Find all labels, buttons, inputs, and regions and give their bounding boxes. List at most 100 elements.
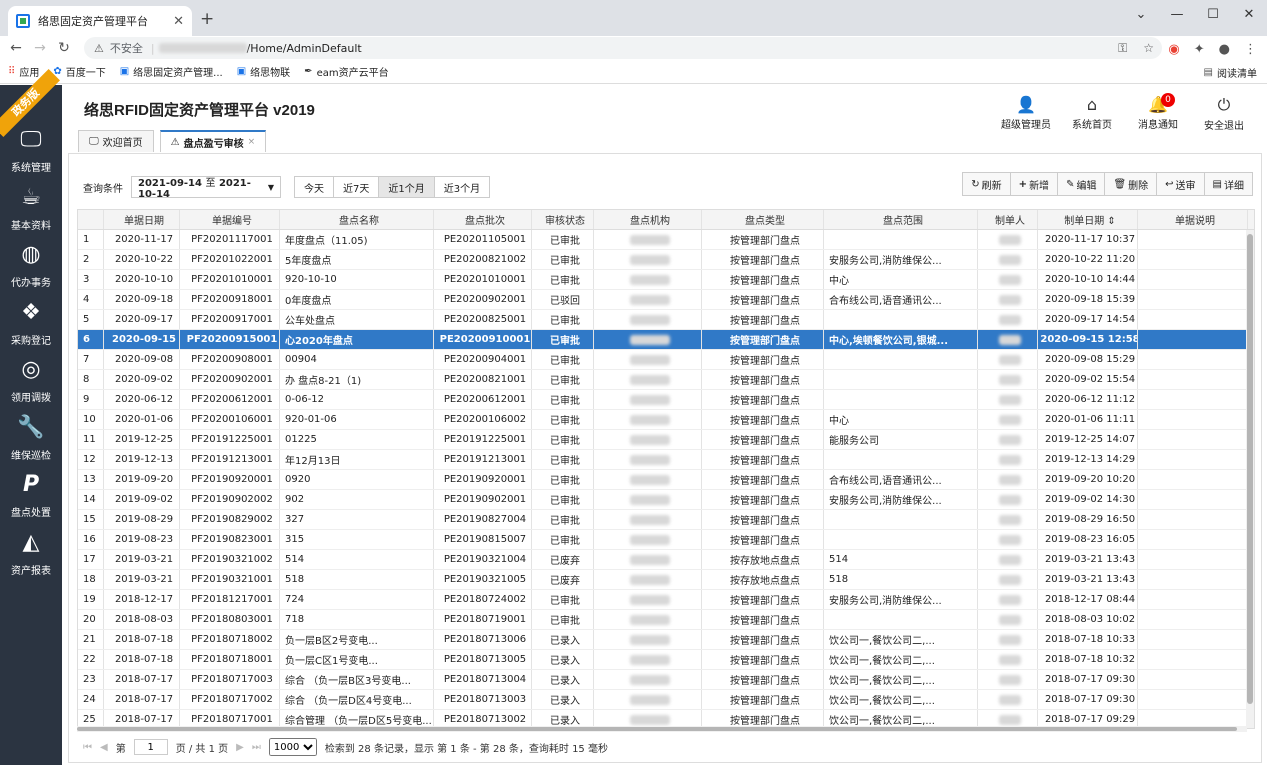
back-icon[interactable]: ← xyxy=(4,40,28,56)
table-row[interactable]: 7 2020-09-08 PF20200908001 00904 PE20200904… xyxy=(78,350,1254,370)
maximize-icon[interactable]: ☐ xyxy=(1195,0,1231,28)
bookmark-luosi-iot[interactable]: ▣ 络思物联 xyxy=(237,64,290,79)
prev-page-icon[interactable]: ◀ xyxy=(100,742,108,753)
next-page-icon[interactable]: ▶ xyxy=(236,742,244,753)
redacted-value xyxy=(999,434,1021,445)
bookmark-apps[interactable]: ⠿ 应用 xyxy=(8,64,39,79)
table-row[interactable]: 4 2020-09-18 PF20200918001 0年度盘点 PE20200902… xyxy=(78,290,1254,310)
table-row[interactable]: 16 2019-08-23 PF20190823001 315 PE201908150… xyxy=(78,530,1254,550)
bookmark-luosi-eam[interactable]: ▣ 络思固定资产管理... xyxy=(120,64,223,79)
reload-icon[interactable]: ↻ xyxy=(52,40,76,56)
column-header[interactable]: 盘点批次 xyxy=(434,210,532,229)
sidebar-item-inventory[interactable]: P 盘点处置 xyxy=(0,472,62,519)
table-row[interactable]: 22 2018-07-18 PF20180718001 负一层C区1号变电... PE… xyxy=(78,650,1254,670)
reading-list[interactable]: ▤ 阅读清单 xyxy=(1204,65,1257,80)
column-header[interactable]: 盘点范围 xyxy=(824,210,978,229)
tab-welcome[interactable]: 🖵 欢迎首页 xyxy=(78,130,154,152)
logout-button[interactable]: ⏻ 安全退出 xyxy=(1191,95,1257,132)
column-header[interactable] xyxy=(78,210,104,229)
edit-button[interactable]: ✎ 编辑 xyxy=(1057,172,1106,196)
last-page-icon[interactable]: ⏭ xyxy=(252,742,261,753)
sidebar-item-reports[interactable]: ◭ 资产报表 xyxy=(0,530,62,577)
date-range-picker[interactable]: 2021-09-14 至 2021-10-14 ▼ xyxy=(131,176,281,200)
forward-icon[interactable]: → xyxy=(28,40,52,56)
quick-1month-button[interactable]: 近1个月 xyxy=(378,176,435,198)
notification-button[interactable]: 🔔 0 消息通知 xyxy=(1125,93,1191,132)
minimize-icon[interactable]: — xyxy=(1159,0,1195,28)
table-cell: 按管理部门盘点 xyxy=(702,650,824,669)
detail-button[interactable]: ▤ 详细 xyxy=(1203,172,1253,196)
column-header[interactable]: 制单日期 ⇕ xyxy=(1038,210,1138,229)
column-header[interactable]: 制单人 xyxy=(978,210,1038,229)
column-header[interactable]: 审核状态 xyxy=(532,210,594,229)
bookmark-eam-cloud[interactable]: ✒ eam资产云平台 xyxy=(304,64,388,79)
add-button[interactable]: + 新增 xyxy=(1009,172,1059,196)
column-header[interactable]: 盘点类型 xyxy=(702,210,824,229)
first-page-icon[interactable]: ⏮ xyxy=(83,742,92,753)
puzzle-icon[interactable]: ✦ xyxy=(1194,42,1205,57)
scroll-thumb[interactable] xyxy=(77,727,1237,731)
sidebar-item-basic[interactable]: ☕ 基本资料 xyxy=(0,185,62,232)
table-row[interactable]: 23 2018-07-17 PF20180717003 综合 （负一层B区3号变电..… xyxy=(78,670,1254,690)
table-row[interactable]: 3 2020-10-10 PF20201010001 920-10-10 PE2020… xyxy=(78,270,1254,290)
vertical-scrollbar[interactable] xyxy=(1246,230,1254,728)
column-header[interactable]: 单据日期 xyxy=(104,210,180,229)
column-header[interactable]: 盘点机构 xyxy=(594,210,702,229)
sidebar-item-transfer[interactable]: ◎ 领用调拨 xyxy=(0,357,62,404)
table-row[interactable]: 24 2018-07-17 PF20180717002 综合 （负一层D区4号变电..… xyxy=(78,690,1254,710)
star-icon[interactable]: ☆ xyxy=(1143,41,1154,56)
new-tab-icon[interactable]: + xyxy=(200,9,214,29)
table-row[interactable]: 12 2019-12-13 PF20191213001 年12月13日 PE20191… xyxy=(78,450,1254,470)
scroll-thumb[interactable] xyxy=(1247,234,1253,704)
table-row[interactable]: 13 2019-09-20 PF20190920001 0920 PE20190920… xyxy=(78,470,1254,490)
page-number-input[interactable] xyxy=(133,739,168,755)
table-row[interactable]: 5 2020-09-17 PF20200917001 公车处盘点 PE20200825… xyxy=(78,310,1254,330)
sidebar-item-purchase[interactable]: ❖ 采购登记 xyxy=(0,300,62,347)
sidebar-item-affairs[interactable]: ◍ 代办事务 xyxy=(0,242,62,289)
sidebar-item-maintenance[interactable]: 🔧 维保巡检 xyxy=(0,415,62,462)
table-row[interactable]: 18 2019-03-21 PF20190321001 518 PE201903210… xyxy=(78,570,1254,590)
key-icon[interactable]: ⚿ xyxy=(1118,41,1127,56)
quick-7days-button[interactable]: 近7天 xyxy=(333,176,380,198)
column-header[interactable]: 盘点名称 xyxy=(280,210,434,229)
table-row[interactable]: 2 2020-10-22 PF20201022001 5年度盘点 PE20200821… xyxy=(78,250,1254,270)
profile-icon[interactable]: ● xyxy=(1219,42,1230,57)
table-row[interactable]: 19 2018-12-17 PF20181217001 724 PE201807240… xyxy=(78,590,1254,610)
table-row[interactable]: 11 2019-12-25 PF20191225001 01225 PE2019122… xyxy=(78,430,1254,450)
table-row[interactable]: 20 2018-08-03 PF20180803001 718 PE201807190… xyxy=(78,610,1254,630)
refresh-button[interactable]: ↻ 刷新 xyxy=(962,172,1011,196)
quick-today-button[interactable]: 今天 xyxy=(294,176,334,198)
tab-inventory-audit[interactable]: ⚠ 盘点盈亏审核 × xyxy=(159,130,267,152)
table-row[interactable]: 17 2019-03-21 PF20190321002 514 PE201903210… xyxy=(78,550,1254,570)
page-size-select[interactable]: 1000 xyxy=(268,738,317,756)
table-cell: 2020-09-15 12:58 xyxy=(1038,330,1138,349)
table-row[interactable]: 9 2020-06-12 PF20200612001 0-06-12 PE202006… xyxy=(78,390,1254,410)
close-tab-icon[interactable]: × xyxy=(248,137,256,147)
column-header[interactable]: 单据说明 xyxy=(1138,210,1248,229)
browser-tab[interactable]: 络思固定资产管理平台 ✕ xyxy=(8,6,192,36)
table-row[interactable]: 8 2020-09-02 PF20200902001 办 盘点8-21（1) PE202… xyxy=(78,370,1254,390)
delete-button[interactable]: 🗑 删除 xyxy=(1104,172,1158,196)
more-icon[interactable]: ⋮ xyxy=(1244,42,1257,57)
home-button[interactable]: ⌂ 系统首页 xyxy=(1059,95,1125,132)
close-tab-icon[interactable]: ✕ xyxy=(173,14,184,29)
table-row[interactable]: 1 2020-11-17 PF20201117001 年度盘点（11.05) PE20… xyxy=(78,230,1254,250)
table-row[interactable]: 6 2020-09-15 PF20200915001 心2020年盘点 PE20200… xyxy=(78,330,1254,350)
bookmark-baidu[interactable]: ✿ 百度一下 xyxy=(53,64,105,79)
close-window-icon[interactable]: ✕ xyxy=(1231,0,1267,28)
table-row[interactable]: 14 2019-09-02 PF20190902002 902 PE201909020… xyxy=(78,490,1254,510)
submit-review-button[interactable]: ↩ 送审 xyxy=(1156,172,1205,196)
admin-user-button[interactable]: 👤 超级管理员 xyxy=(993,95,1059,132)
horizontal-scrollbar[interactable] xyxy=(77,726,1247,732)
chevron-down-icon[interactable]: ⌄ xyxy=(1123,0,1159,28)
column-header[interactable]: 单据编号 xyxy=(180,210,280,229)
quick-3months-button[interactable]: 近3个月 xyxy=(433,176,491,198)
table-cell: 19 xyxy=(78,590,104,609)
chrome-icon[interactable]: ◉ xyxy=(1168,42,1179,57)
table-row[interactable]: 21 2018-07-18 PF20180718002 负一层B区2号变电... PE… xyxy=(78,630,1254,650)
table-row[interactable]: 15 2019-08-29 PF20190829002 327 PE201908270… xyxy=(78,510,1254,530)
table-row[interactable]: 10 2020-01-06 PF20200106001 920-01-06 PE202… xyxy=(78,410,1254,430)
table-cell xyxy=(594,450,702,469)
sidebar-item-system[interactable]: 🖵 系统管理 xyxy=(0,127,62,174)
url-field[interactable]: ⚠ 不安全 | /Home/AdminDefault ⚿ ☆ xyxy=(84,37,1162,59)
